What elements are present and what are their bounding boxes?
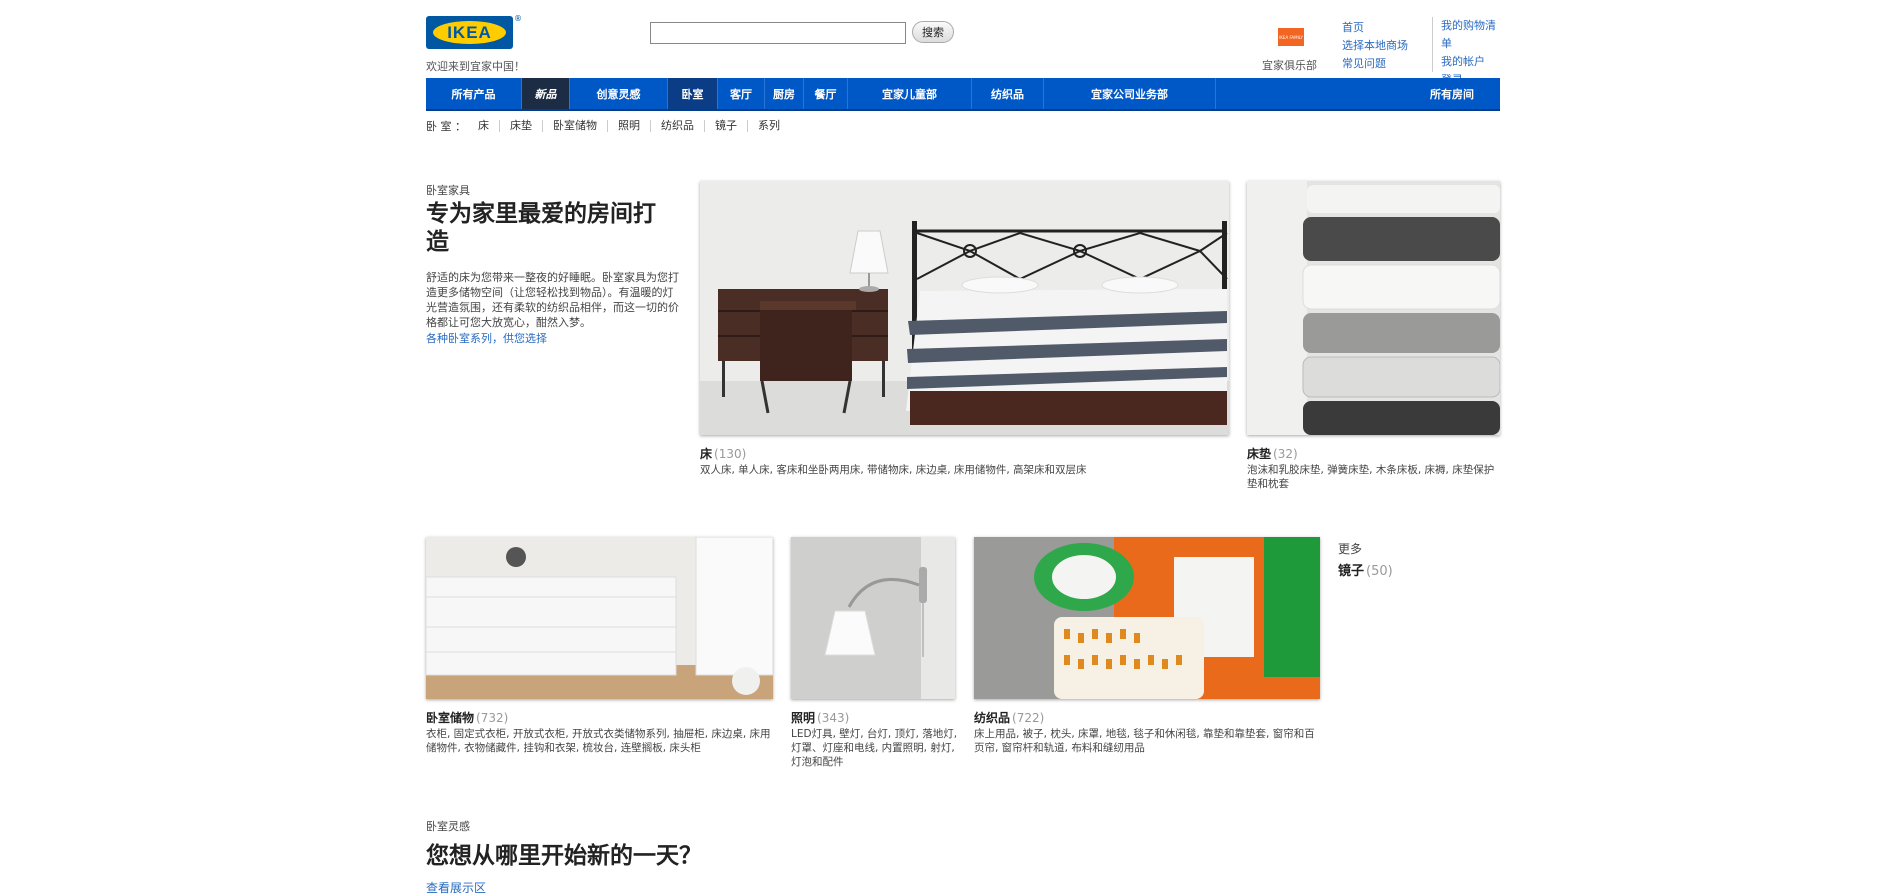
bedroom-storage-count: (732) — [476, 711, 509, 725]
nav-new[interactable]: 新品 — [522, 78, 570, 109]
nav-textiles[interactable]: 纺织品 — [972, 78, 1044, 109]
beds-title[interactable]: 床 (130) — [700, 445, 746, 462]
beds-title-text: 床 — [700, 447, 713, 461]
subnav-title: 卧 室 ： — [426, 120, 466, 133]
bedroom-storage-description: 衣柜, 固定式衣柜, 开放式衣柜, 开放式衣类储物系列, 抽屉柜, 床边桌, 床… — [426, 728, 771, 754]
mattresses-count: (32) — [1273, 447, 1298, 461]
mirrors-title: 镜子 — [1338, 564, 1365, 579]
lighting-description: LED灯具, 壁灯, 台灯, 顶灯, 落地灯, 灯罩、灯座和电线, 内置照明, … — [791, 728, 958, 768]
hero-title: 专为家里最爱的房间打造 — [426, 201, 656, 255]
textiles-title-text: 纺织品 — [974, 711, 1011, 725]
search-input[interactable] — [650, 22, 906, 44]
beds-image[interactable] — [700, 181, 1229, 435]
top-links-col2: 我的购物清单 我的帐户 登录 — [1432, 17, 1500, 86]
select-store-link[interactable]: 选择本地商场 — [1342, 37, 1408, 55]
mattresses-image[interactable] — [1247, 181, 1500, 435]
faq-link[interactable]: 常见问题 — [1342, 55, 1408, 73]
storage-illustration — [426, 537, 773, 699]
beds-description: 双人床, 单人床, 客床和坐卧两用床, 带储物床, 床边桌, 床用储物件, 高架… — [700, 464, 1087, 476]
textiles-image[interactable] — [974, 537, 1320, 699]
hero-series-link[interactable]: 各种卧室系列，供您选择 — [426, 330, 547, 346]
mirrors-link[interactable]: 镜子 (50) — [1338, 560, 1393, 579]
page: IKEA ® 欢迎来到宜家中国！ 搜索 IKEA FAMILY 宜家俱乐部 首页… — [426, 0, 1500, 896]
nav-all-rooms[interactable]: 所有房间 — [1216, 78, 1500, 109]
subnav-item-series[interactable]: 系列 — [747, 120, 790, 132]
family-club-link[interactable]: 宜家俱乐部 — [1262, 57, 1317, 73]
subnav-item-storage[interactable]: 卧室储物 — [542, 120, 607, 132]
subnav-item-lighting[interactable]: 照明 — [607, 120, 650, 132]
ikea-family-card-icon[interactable]: IKEA FAMILY — [1278, 28, 1304, 46]
lighting-title-text: 照明 — [791, 711, 816, 725]
welcome-text: 欢迎来到宜家中国！ — [426, 60, 525, 73]
logo-oval: IKEA — [433, 21, 506, 44]
family-card-text: IKEA FAMILY — [1279, 34, 1303, 40]
nav-kitchen[interactable]: 厨房 — [765, 78, 804, 109]
hero-description: 舒适的床为您带来一整夜的好睡眠。卧室家具为您打造更多储物空间（让您轻松找到物品）… — [426, 271, 679, 329]
main-nav: 所有产品 新品 创意灵感 卧室 客厅 厨房 餐厅 宜家儿童部 纺织品 宜家公司业… — [426, 78, 1500, 111]
inspiration-eyebrow: 卧室灵感 — [426, 820, 470, 833]
logo-text: IKEA — [447, 22, 492, 42]
inspiration-title: 您想从哪里开始新的一天？ — [426, 843, 702, 869]
lighting-title[interactable]: 照明 (343) — [791, 709, 849, 726]
ikea-logo[interactable]: IKEA ® — [426, 14, 522, 50]
my-account-link[interactable]: 我的帐户 — [1441, 53, 1500, 71]
logo-registered-mark: ® — [514, 14, 522, 23]
home-link[interactable]: 首页 — [1342, 19, 1408, 37]
nav-living-room[interactable]: 客厅 — [718, 78, 765, 109]
subnav-item-mirrors[interactable]: 镜子 — [704, 120, 747, 132]
search-button[interactable]: 搜索 — [912, 21, 954, 43]
subnav-item-mattresses[interactable]: 床垫 — [499, 120, 542, 132]
nav-children[interactable]: 宜家儿童部 — [848, 78, 972, 109]
sub-nav: 卧 室 ： 床 床垫 卧室储物 照明 纺织品 镜子 系列 — [426, 118, 790, 134]
textiles-illustration — [974, 537, 1320, 699]
mirrors-count: (50) — [1366, 564, 1393, 579]
nav-bedroom[interactable]: 卧室 — [668, 78, 718, 109]
more-label: 更多 — [1338, 542, 1363, 556]
beds-count: (130) — [714, 447, 747, 461]
subnav-item-beds[interactable]: 床 — [478, 120, 499, 132]
logo-box: IKEA ® — [426, 14, 522, 49]
textiles-count: (722) — [1012, 711, 1045, 725]
shopping-list-link[interactable]: 我的购物清单 — [1441, 17, 1500, 53]
bedroom-storage-image[interactable] — [426, 537, 773, 699]
subnav-item-textiles[interactable]: 纺织品 — [650, 120, 704, 132]
hero-eyebrow: 卧室家具 — [426, 184, 470, 197]
lighting-illustration — [791, 537, 955, 699]
textiles-description: 床上用品, 被子, 枕头, 床罩, 地毯, 毯子和休闲毯, 靠垫和靠垫套, 窗帘… — [974, 728, 1315, 754]
mattresses-title[interactable]: 床垫 (32) — [1247, 445, 1298, 462]
bedroom-storage-title-text: 卧室储物 — [426, 711, 475, 725]
nav-business[interactable]: 宜家公司业务部 — [1044, 78, 1216, 109]
nav-all-products[interactable]: 所有产品 — [426, 78, 522, 109]
mattresses-title-text: 床垫 — [1247, 447, 1272, 461]
beds-illustration — [700, 181, 1229, 435]
mattresses-description: 泡沫和乳胶床垫, 弹簧床垫, 木条床板, 床褥, 床垫保护垫和枕套 — [1247, 464, 1495, 490]
view-showroom-link[interactable]: 查看展示区 — [426, 879, 486, 896]
nav-inspiration[interactable]: 创意灵感 — [570, 78, 668, 109]
bedroom-storage-title[interactable]: 卧室储物 (732) — [426, 709, 508, 726]
textiles-title[interactable]: 纺织品 (722) — [974, 709, 1044, 726]
mattresses-illustration — [1247, 181, 1500, 435]
nav-dining[interactable]: 餐厅 — [804, 78, 848, 109]
top-links-col1: 首页 选择本地商场 常见问题 — [1342, 19, 1408, 73]
lighting-image[interactable] — [791, 537, 955, 699]
lighting-count: (343) — [817, 711, 850, 725]
